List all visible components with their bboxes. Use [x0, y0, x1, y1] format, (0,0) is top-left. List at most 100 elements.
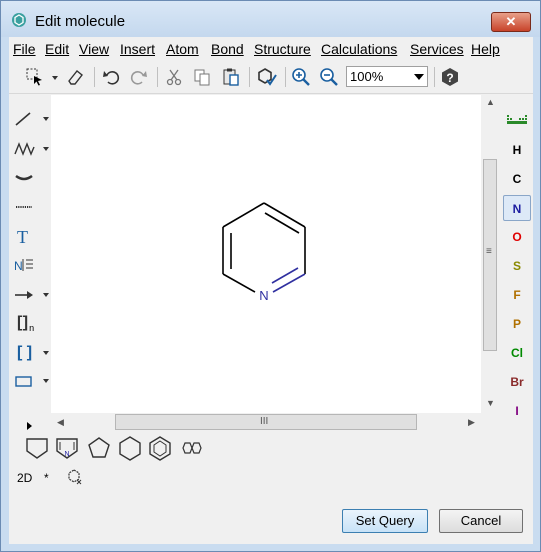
toolbar-separator	[434, 67, 435, 87]
copy-button[interactable]	[190, 65, 214, 89]
vertical-scroll-thumb[interactable]: ≡	[483, 159, 497, 351]
atom-s[interactable]: S	[503, 253, 531, 279]
rectangle-tool[interactable]	[13, 369, 49, 393]
help-button[interactable]: ?	[438, 65, 462, 89]
single-bond-tool[interactable]	[13, 107, 49, 131]
drawing-canvas[interactable]: N	[51, 95, 481, 413]
template-benzene[interactable]	[146, 433, 174, 463]
expand-arrow-icon[interactable]	[27, 422, 32, 430]
bond-line-icon	[15, 112, 31, 126]
horizontal-scrollbar[interactable]: ◀ III ▶	[51, 413, 481, 431]
query-tool-button[interactable]	[67, 469, 83, 485]
set-query-button[interactable]: Set Query	[342, 509, 428, 533]
vertical-scrollbar[interactable]: ▲ ≡ ▼	[481, 95, 499, 413]
ring-bond-tool[interactable]	[13, 166, 49, 190]
dashed-line-icon	[16, 206, 32, 208]
clean-structure-icon	[258, 68, 277, 86]
template-pentagon-bracket[interactable]	[23, 433, 51, 463]
menu-bond[interactable]: Bond	[211, 41, 244, 57]
periodic-table-button[interactable]	[503, 107, 531, 133]
2d-button[interactable]: 2D	[17, 471, 32, 485]
arrow-tool[interactable]	[13, 283, 49, 307]
zoom-select[interactable]: 100%	[346, 66, 428, 87]
atom-palette: H C N O S F P Cl Br I	[503, 107, 531, 427]
eraser-icon	[68, 70, 83, 85]
svg-text:?: ?	[446, 71, 453, 85]
zoom-out-button[interactable]	[317, 65, 341, 89]
nitrogen-atom-label: N	[259, 288, 268, 303]
atom-n-selected[interactable]: N	[503, 195, 531, 221]
dashed-bond-tool[interactable]	[13, 195, 49, 219]
cut-button[interactable]	[162, 65, 186, 89]
title-bar: Edit molecule ✕	[1, 1, 540, 37]
zoom-in-icon	[292, 68, 310, 86]
atom-i[interactable]: I	[503, 398, 531, 424]
close-button[interactable]: ✕	[491, 12, 531, 32]
svg-text:N: N	[14, 259, 23, 273]
pentagon-template-icon	[88, 437, 110, 458]
selection-icon	[26, 68, 42, 86]
horizontal-scroll-thumb[interactable]: III	[115, 414, 417, 430]
repeating-unit-subscript: n	[29, 323, 35, 333]
template-naphthalene[interactable]	[177, 433, 205, 463]
repeating-unit-tool[interactable]: [ ] n	[13, 311, 49, 335]
atom-c[interactable]: C	[503, 166, 531, 192]
window-title: Edit molecule	[35, 13, 126, 30]
atom-cl[interactable]: Cl	[503, 340, 531, 366]
client-area: File Edit View Insert Atom Bond Structur…	[9, 37, 533, 544]
toolbar-separator	[285, 67, 286, 87]
menu-structure[interactable]: Structure	[254, 41, 311, 57]
text-tool-label: T	[17, 226, 28, 247]
undo-button[interactable]	[99, 65, 123, 89]
template-cyclohexane[interactable]	[116, 433, 144, 463]
chain-tool[interactable]	[13, 137, 49, 161]
menu-help[interactable]: Help	[471, 41, 500, 57]
select-dropdown-arrow[interactable]	[52, 76, 58, 80]
menu-services[interactable]: Services	[410, 41, 464, 57]
menu-file[interactable]: File	[13, 41, 36, 57]
menu-calculations[interactable]: Calculations	[321, 41, 397, 57]
naphthalene-template-icon	[182, 442, 202, 454]
bracket-tool[interactable]: [ ]	[13, 341, 49, 365]
menu-view[interactable]: View	[79, 41, 109, 57]
edit-molecule-window: Edit molecule ✕ File Edit View Insert At…	[0, 0, 541, 552]
scroll-up-icon[interactable]: ▲	[486, 97, 495, 107]
template-cyclopentane[interactable]	[85, 433, 113, 463]
periodic-table-icon	[507, 115, 527, 124]
menu-insert[interactable]: Insert	[120, 41, 155, 57]
arrow-right-icon	[15, 291, 33, 299]
rectangle-icon	[15, 376, 32, 387]
zoom-in-button[interactable]	[289, 65, 313, 89]
erase-button[interactable]	[63, 65, 87, 89]
svg-text:N: N	[64, 451, 69, 458]
cancel-button[interactable]: Cancel	[439, 509, 523, 533]
app-icon	[12, 13, 26, 27]
menu-atom[interactable]: Atom	[166, 41, 199, 57]
paste-button[interactable]	[219, 65, 243, 89]
scroll-down-icon[interactable]: ▼	[486, 398, 495, 408]
atom-label-tool[interactable]: N	[13, 253, 49, 277]
scroll-left-icon[interactable]: ◀	[57, 417, 64, 428]
chevron-down-icon	[43, 351, 49, 355]
bracket-label: [ ]	[17, 344, 33, 361]
template-toolbar: N 2D *	[9, 422, 533, 503]
atom-f[interactable]: F	[503, 282, 531, 308]
pyrrole-template-icon: N	[56, 438, 78, 459]
atom-br[interactable]: Br	[503, 369, 531, 395]
scroll-right-icon[interactable]: ▶	[468, 417, 475, 428]
atom-h[interactable]: H	[503, 137, 531, 163]
select-tool-button[interactable]	[23, 65, 47, 89]
atom-p[interactable]: P	[503, 311, 531, 337]
undo-icon	[103, 71, 120, 85]
atom-o[interactable]: O	[503, 224, 531, 250]
template-pyrrole[interactable]: N	[53, 433, 81, 463]
text-tool[interactable]: T	[13, 225, 49, 249]
clean-structure-button[interactable]	[255, 65, 279, 89]
paste-icon	[223, 68, 239, 86]
menu-edit[interactable]: Edit	[45, 41, 69, 57]
redo-button[interactable]	[127, 65, 151, 89]
menu-bar: File Edit View Insert Atom Bond Structur…	[9, 37, 533, 61]
main-toolbar: 100% ?	[9, 61, 533, 94]
copy-icon	[194, 69, 210, 86]
star-button[interactable]: *	[44, 471, 49, 485]
